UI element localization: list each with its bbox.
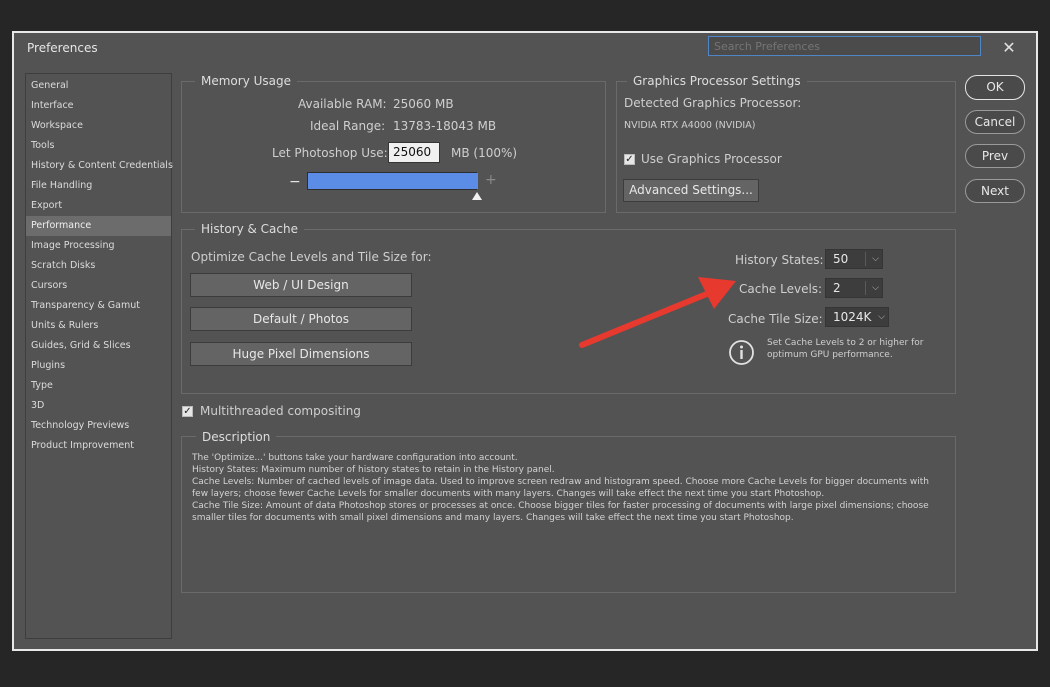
description-line: Cache Levels: Number of cached levels of…: [192, 477, 929, 487]
window-title: Preferences: [27, 41, 98, 55]
available-ram-label: Available RAM:: [298, 97, 387, 111]
sidebar-item-interface[interactable]: Interface: [26, 96, 171, 116]
sidebar-item-units-rulers[interactable]: Units & Rulers: [26, 316, 171, 336]
cache-tile-size-select[interactable]: 1024K ⌵: [825, 307, 889, 327]
detected-gpu-value: NVIDIA RTX A4000 (NVIDIA): [624, 120, 756, 131]
description-line: few layers; choose fewer Cache Levels fo…: [192, 489, 825, 499]
sidebar-item-guides-grid-slices[interactable]: Guides, Grid & Slices: [26, 336, 171, 356]
sidebar-item-technology-previews[interactable]: Technology Previews: [26, 416, 171, 436]
sidebar-item-general[interactable]: General: [26, 76, 171, 96]
ideal-range-value: 13783-18043 MB: [393, 119, 497, 133]
use-gpu-checkbox[interactable]: ✓: [624, 154, 635, 165]
chevron-down-icon: ⌵: [872, 254, 879, 264]
sidebar-item-transparency-gamut[interactable]: Transparency & Gamut: [26, 296, 171, 316]
sidebar-item-type[interactable]: Type: [26, 376, 171, 396]
preferences-dialog: Preferences ✕ GeneralInterfaceWorkspaceT…: [12, 31, 1038, 651]
chevron-down-icon: ⌵: [872, 283, 879, 293]
history-states-select[interactable]: 50 ⌵: [825, 249, 883, 269]
advanced-settings-button[interactable]: Advanced Settings...: [623, 179, 759, 202]
next-button[interactable]: Next: [965, 179, 1025, 203]
optimize-label: Optimize Cache Levels and Tile Size for:: [191, 250, 432, 264]
info-text-line2: optimum GPU performance.: [767, 350, 893, 360]
prev-button[interactable]: Prev: [965, 144, 1025, 168]
sidebar-item-performance[interactable]: Performance: [26, 216, 171, 236]
sidebar-item-tools[interactable]: Tools: [26, 136, 171, 156]
sidebar-item-image-processing[interactable]: Image Processing: [26, 236, 171, 256]
history-states-label: History States:: [735, 253, 824, 267]
memory-slider-track[interactable]: [307, 172, 478, 190]
description-text: The 'Optimize...' buttons take your hard…: [192, 452, 972, 524]
memory-slider-thumb[interactable]: [472, 192, 482, 200]
sidebar-item-workspace[interactable]: Workspace: [26, 116, 171, 136]
default-photos-button[interactable]: Default / Photos: [190, 307, 412, 331]
cache-levels-select[interactable]: 2 ⌵: [825, 278, 883, 298]
info-text-line1: Set Cache Levels to 2 or higher for: [767, 338, 924, 348]
cache-levels-label: Cache Levels:: [739, 282, 823, 296]
sidebar-item-history-content-credentials[interactable]: History & Content Credentials: [26, 156, 173, 176]
description-legend: Description: [196, 430, 277, 444]
cache-levels-value: 2: [833, 281, 841, 295]
ideal-range-label: Ideal Range:: [310, 119, 386, 133]
multithreaded-checkbox[interactable]: ✓: [182, 406, 193, 417]
memory-use-unit: MB (100%): [451, 146, 518, 160]
memory-use-field[interactable]: 25060: [388, 142, 440, 163]
use-gpu-label: Use Graphics Processor: [641, 152, 782, 166]
let-photoshop-use-label: Let Photoshop Use:: [272, 146, 388, 160]
title-bar: Preferences ✕: [14, 33, 1036, 63]
sidebar: General Interface Workspace Tools History & …: [25, 73, 173, 639]
history-cache-legend: History & Cache: [195, 222, 304, 236]
multithreaded-label: Multithreaded compositing: [200, 404, 361, 418]
memory-slider-fill: [308, 173, 478, 189]
red-arrow-annotation: [579, 277, 736, 348]
available-ram-value: 25060 MB: [393, 97, 454, 111]
description-line: History States: Maximum number of histor…: [192, 465, 555, 475]
ok-button[interactable]: OK: [965, 75, 1025, 100]
history-states-value: 50: [833, 252, 849, 266]
sidebar-item-product-improvement[interactable]: Product Improvement: [26, 436, 171, 456]
memory-plus-icon[interactable]: +: [485, 172, 497, 188]
description-line: smaller tiles for documents with small p…: [192, 513, 794, 523]
memory-minus-icon[interactable]: −: [289, 174, 301, 190]
detected-gpu-label: Detected Graphics Processor:: [624, 96, 802, 110]
close-icon[interactable]: ✕: [998, 39, 1020, 57]
description-line: Cache Tile Size: Amount of data Photosho…: [192, 501, 929, 511]
sidebar-item-file-handling[interactable]: File Handling: [26, 176, 171, 196]
description-line: The 'Optimize...' buttons take your hard…: [192, 453, 518, 463]
huge-pixel-dimensions-button[interactable]: Huge Pixel Dimensions: [190, 342, 412, 366]
sidebar-item-cursors[interactable]: Cursors: [26, 276, 171, 296]
memory-usage-legend: Memory Usage: [195, 74, 298, 88]
web-ui-design-button[interactable]: Web / UI Design: [190, 273, 412, 297]
sidebar-item-plugins[interactable]: Plugins: [26, 356, 171, 376]
gpu-legend: Graphics Processor Settings: [627, 74, 807, 88]
cache-tile-size-value: 1024K: [833, 310, 872, 324]
cancel-button[interactable]: Cancel: [965, 110, 1025, 134]
sidebar-item-scratch-disks[interactable]: Scratch Disks: [26, 256, 171, 276]
sidebar-item-3d[interactable]: 3D: [26, 396, 171, 416]
search-input[interactable]: [708, 36, 981, 56]
sidebar-item-export[interactable]: Export: [26, 196, 171, 216]
chevron-down-icon: ⌵: [878, 312, 885, 322]
